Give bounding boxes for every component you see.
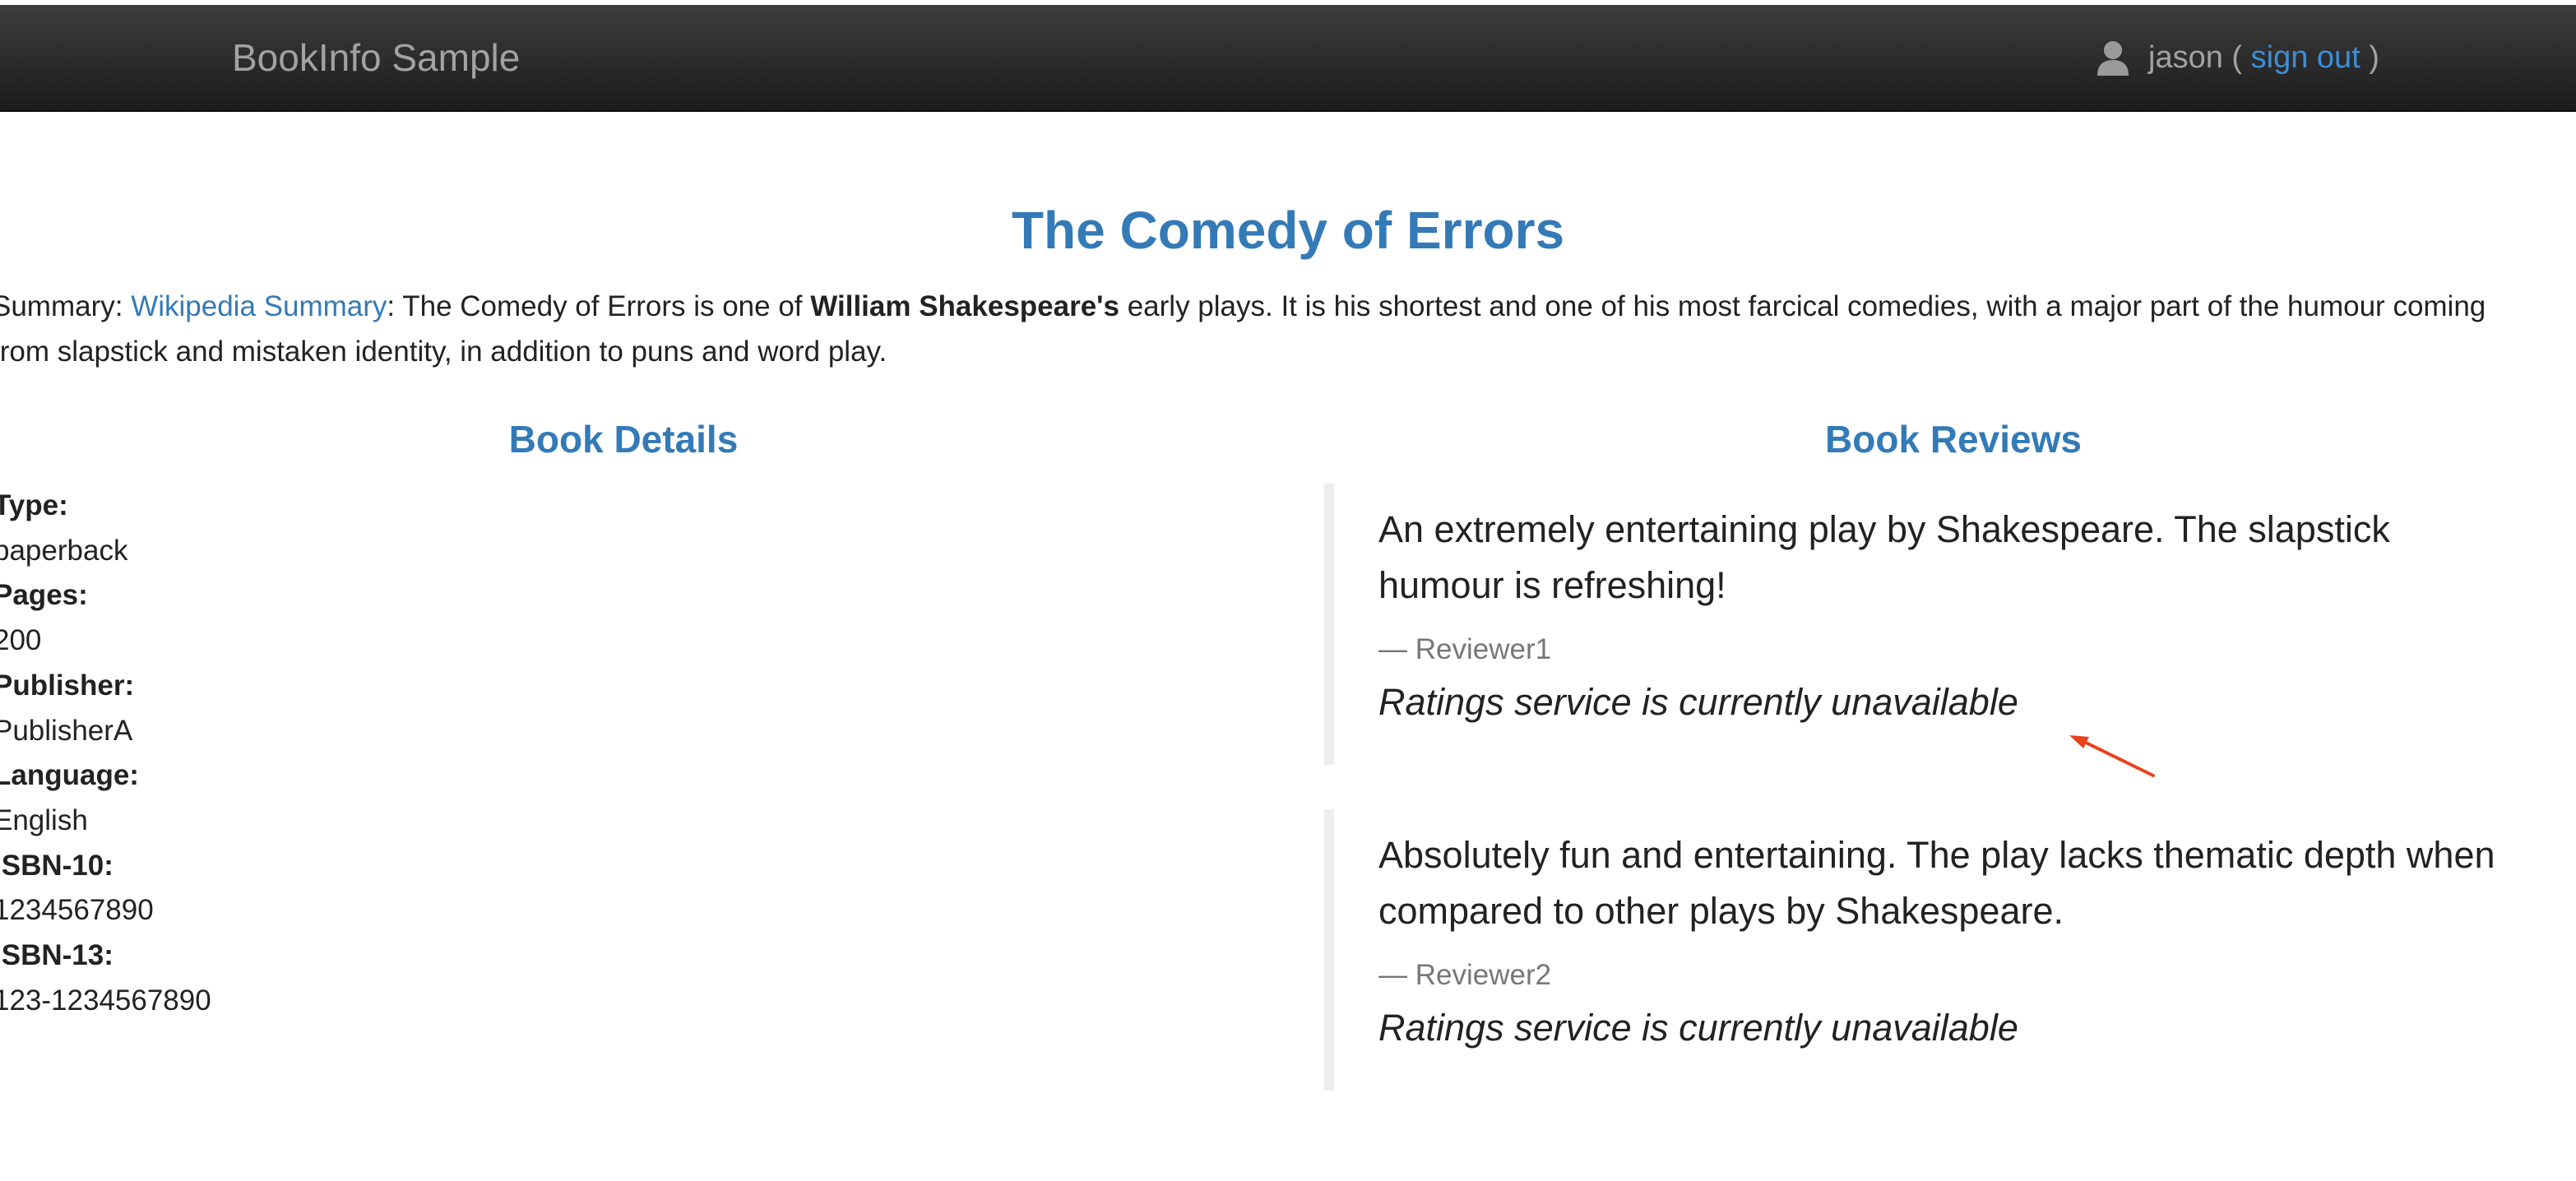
book-details-list: Type: paperback Pages: 200 Publisher: Pu… bbox=[0, 484, 211, 1023]
review-text: Absolutely fun and entertaining. The pla… bbox=[1378, 834, 2495, 932]
detail-label-isbn10: ISBN-10: bbox=[0, 849, 114, 882]
rating-status: Ratings service is currently unavailable bbox=[1378, 1007, 2018, 1049]
book-reviews-heading: Book Reviews bbox=[1825, 418, 2082, 461]
detail-label-language: Language: bbox=[0, 759, 139, 792]
review-item: An extremely entertaining play by Shakes… bbox=[1324, 484, 2517, 765]
summary-label: Summary: bbox=[0, 290, 123, 322]
detail-label-publisher: Publisher: bbox=[0, 669, 135, 702]
book-details-heading: Book Details bbox=[508, 418, 739, 461]
wikipedia-summary-link[interactable]: Wikipedia Summary bbox=[131, 290, 387, 322]
detail-value-isbn10: 1234567890 bbox=[0, 894, 154, 927]
detail-label-type: Type: bbox=[0, 489, 68, 521]
user-name: jason ( bbox=[2148, 39, 2243, 75]
page-title: The Comedy of Errors bbox=[1011, 201, 1565, 260]
detail-value-language: English bbox=[0, 804, 88, 836]
user-icon bbox=[2096, 39, 2130, 76]
review-author: — Reviewer1 bbox=[1378, 633, 1552, 665]
sign-out-link[interactable]: sign out bbox=[2251, 40, 2361, 76]
detail-label-pages: Pages: bbox=[0, 579, 88, 612]
review-item: Absolutely fun and entertaining. The pla… bbox=[1324, 809, 2517, 1091]
detail-value-publisher: PublisherA bbox=[0, 714, 133, 747]
user-suffix: ) bbox=[2369, 39, 2379, 75]
detail-value-pages: 200 bbox=[0, 624, 42, 657]
rating-status: Ratings service is currently unavailable bbox=[1378, 681, 2018, 723]
navbar: BookInfo Sample jason ( sign out ) bbox=[0, 5, 2576, 112]
detail-value-type: paperback bbox=[0, 534, 128, 567]
detail-label-isbn13: ISBN-13: bbox=[0, 939, 114, 972]
arrow-icon bbox=[2069, 735, 2155, 777]
summary-text-1: : The Comedy of Errors is one of bbox=[387, 290, 803, 322]
review-text: An extremely entertaining play by Shakes… bbox=[1378, 508, 2390, 606]
summary-author: William Shakespeare's bbox=[810, 290, 1119, 322]
detail-value-isbn13: 123-1234567890 bbox=[0, 984, 211, 1017]
review-author: — Reviewer2 bbox=[1378, 959, 1552, 991]
user-area: jason ( sign out ) bbox=[2096, 5, 2379, 110]
brand-title[interactable]: BookInfo Sample bbox=[232, 5, 520, 110]
summary: Summary: Wikipedia Summary: The Comedy o… bbox=[0, 284, 2541, 374]
